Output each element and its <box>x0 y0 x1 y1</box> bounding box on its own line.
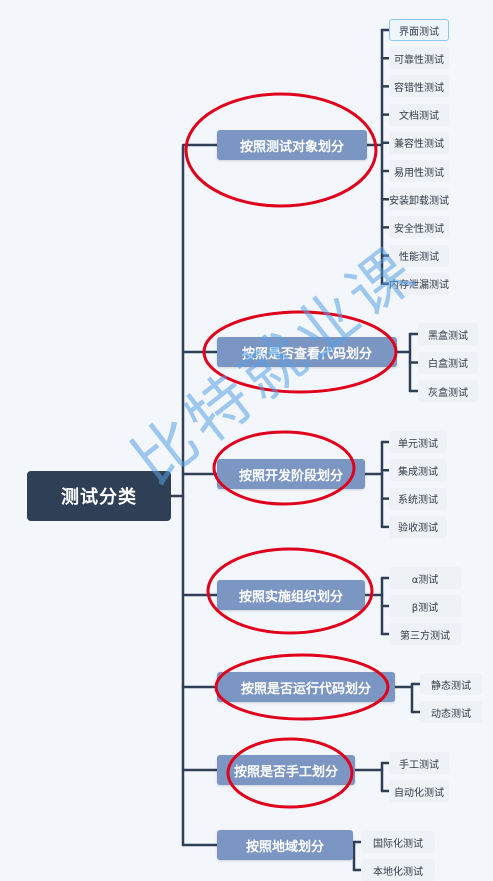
red-circle <box>206 547 374 635</box>
red-circle <box>212 430 356 506</box>
red-circle <box>226 737 354 809</box>
red-circle <box>202 310 398 394</box>
red-circle <box>184 92 378 208</box>
red-circle <box>214 653 390 721</box>
mind-map: 测试分类 按照测试对象划分 按照是否查看代码划分 按照开发阶段划分 按照实施组织… <box>0 0 493 881</box>
red-circle-annotations <box>184 92 398 809</box>
